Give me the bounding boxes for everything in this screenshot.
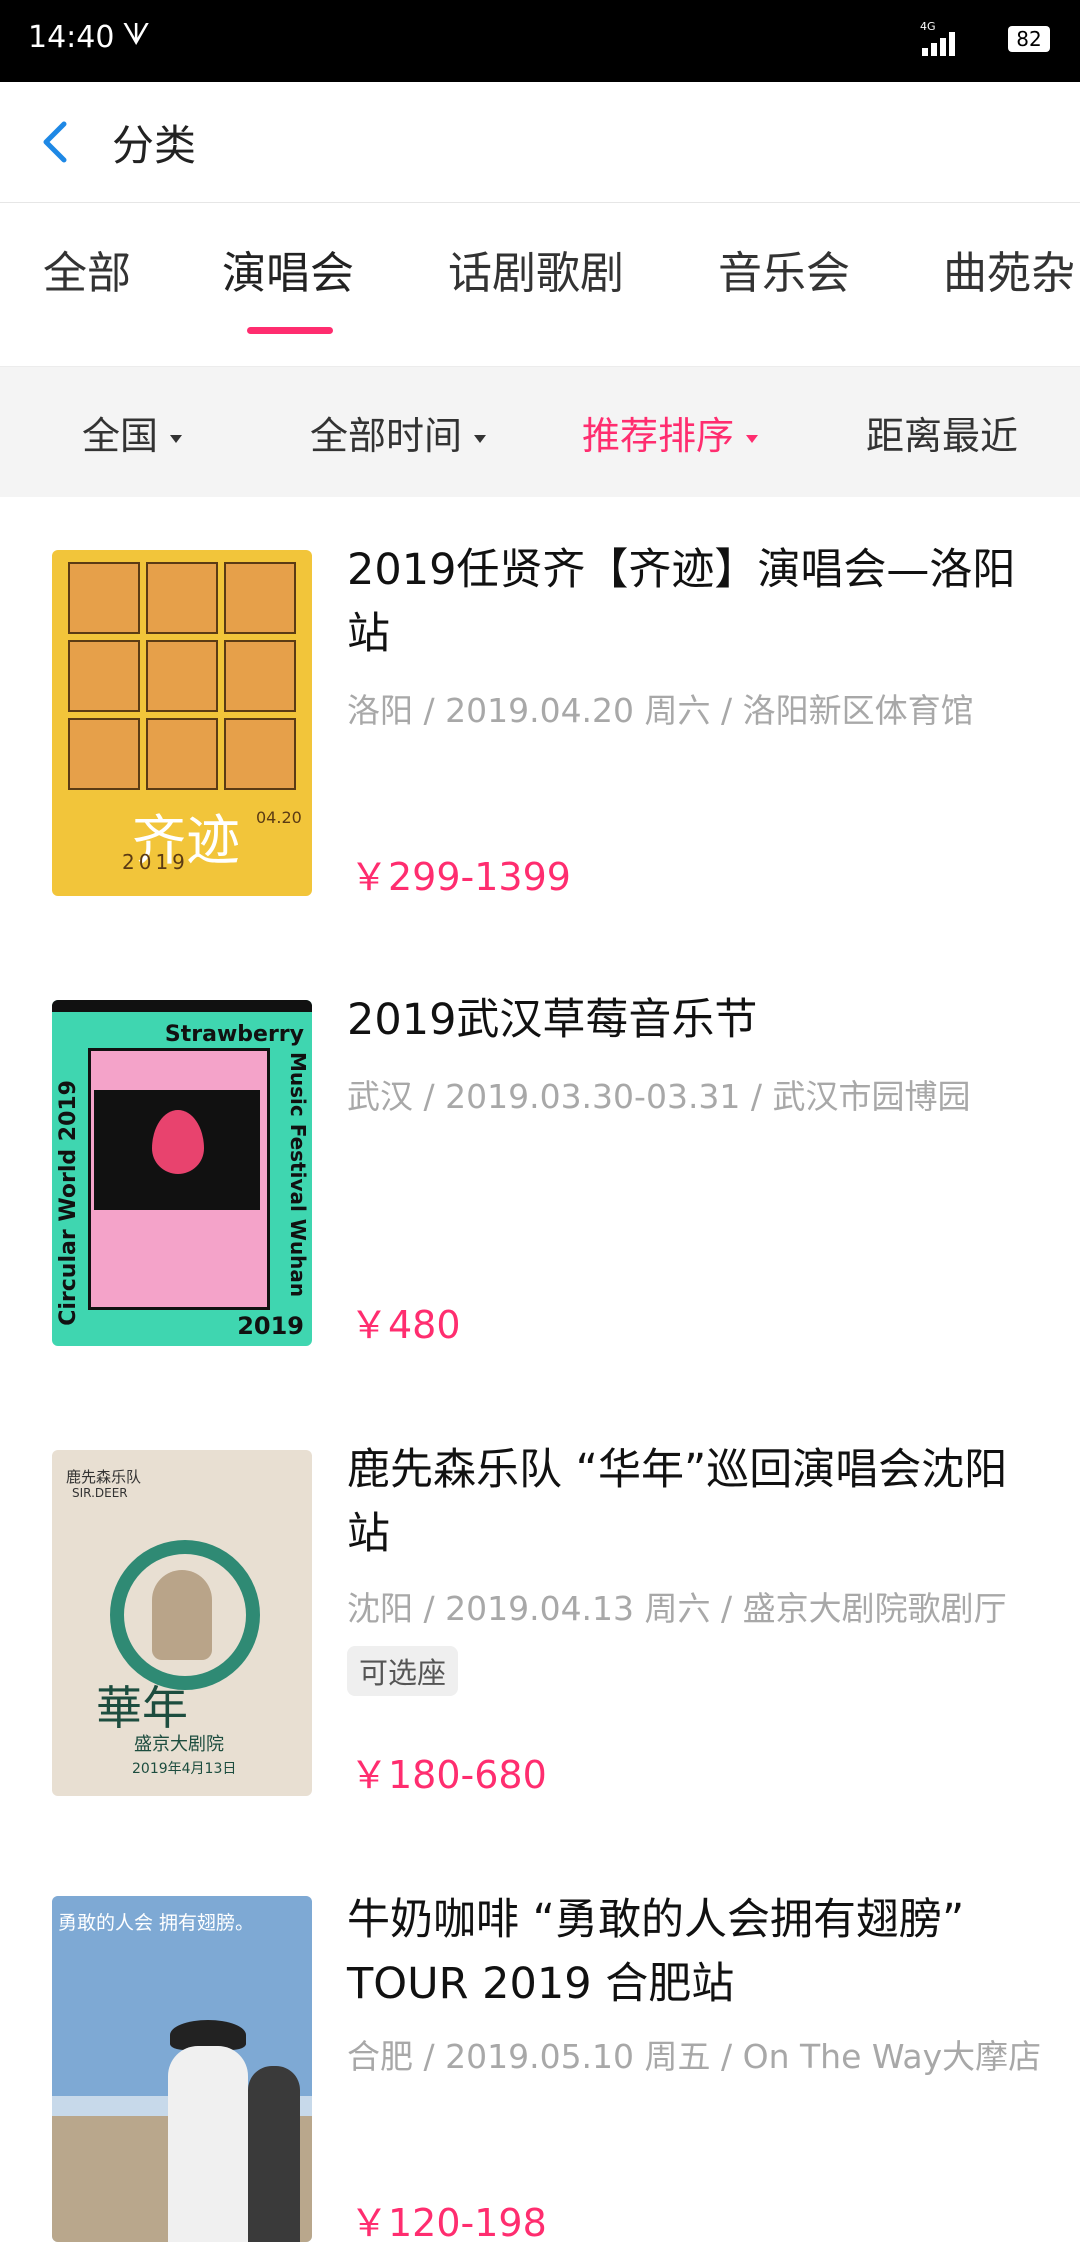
event-meta: 武汉 / 2019.03.30-03.31 / 武汉市园博园 bbox=[347, 1077, 971, 1116]
carrier-icon: ᗐ bbox=[122, 18, 151, 53]
tab-drama-opera[interactable]: 话剧歌剧 bbox=[448, 237, 624, 301]
event-price: ￥120-198 bbox=[350, 2201, 547, 2245]
event-title: 鹿先森乐队 “华年”巡回演唱会沈阳站 bbox=[347, 1445, 1008, 1559]
seat-selection-badge: 可选座 bbox=[347, 1646, 459, 1696]
event-poster-image: Strawberry Circular World 2019 Music Fes… bbox=[52, 1000, 312, 1346]
status-time: 14:40 bbox=[28, 20, 115, 55]
event-meta: 沈阳 / 2019.04.13 周六 / 盛京大剧院歌剧厅 bbox=[347, 1589, 1007, 1628]
event-title: 牛奶咖啡 “勇敢的人会拥有翅膀” TOUR 2019 合肥站 bbox=[347, 1895, 965, 2009]
status-bar: 14:40 ᗐ 4G 82 bbox=[0, 0, 1080, 82]
back-icon[interactable] bbox=[36, 118, 76, 166]
page-title: 分类 bbox=[112, 121, 197, 170]
event-price: ￥299-1399 bbox=[350, 855, 571, 899]
tab-folk-arts[interactable]: 曲苑杂 bbox=[943, 237, 1075, 301]
event-title: 2019任贤齐【齐迹】演唱会—洛阳站 bbox=[347, 545, 1016, 659]
active-tab-indicator bbox=[247, 327, 333, 334]
signal-icon: 4G bbox=[918, 20, 962, 56]
filter-bar: 全国 全部时间 推荐排序 距离最近 bbox=[0, 366, 1080, 497]
tab-all[interactable]: 全部 bbox=[43, 237, 131, 301]
category-tabs: 全部 演唱会 话剧歌剧 音乐会 曲苑杂 bbox=[0, 203, 1080, 366]
filter-region[interactable]: 全国 bbox=[82, 405, 183, 460]
dropdown-caret-icon bbox=[474, 434, 487, 443]
dropdown-caret-icon bbox=[746, 434, 759, 443]
event-poster-image: 齐迹 2019 04.20 bbox=[52, 550, 312, 896]
tab-music-concert[interactable]: 音乐会 bbox=[718, 237, 850, 301]
battery-icon: 82 bbox=[1008, 26, 1050, 52]
event-poster-image: 勇敢的人会 拥有翅膀。 bbox=[52, 1896, 312, 2242]
dropdown-caret-icon bbox=[170, 434, 183, 443]
event-title: 2019武汉草莓音乐节 bbox=[347, 995, 758, 1045]
filter-sort[interactable]: 推荐排序 bbox=[582, 405, 759, 460]
filter-time[interactable]: 全部时间 bbox=[310, 405, 487, 460]
event-price: ￥480 bbox=[350, 1303, 461, 1347]
event-meta: 合肥 / 2019.05.10 周五 / On The Way大摩店 bbox=[347, 2037, 1042, 2076]
tab-concert[interactable]: 演唱会 bbox=[222, 237, 354, 301]
filter-distance[interactable]: 距离最近 bbox=[866, 405, 1018, 460]
event-price: ￥180-680 bbox=[350, 1753, 547, 1797]
event-meta: 洛阳 / 2019.04.20 周六 / 洛阳新区体育馆 bbox=[347, 691, 974, 730]
event-poster-image: 鹿先森乐队 SIR.DEER 華年 盛京大剧院 2019年4月13日 bbox=[52, 1450, 312, 1796]
page-header: 分类 bbox=[0, 82, 1080, 203]
